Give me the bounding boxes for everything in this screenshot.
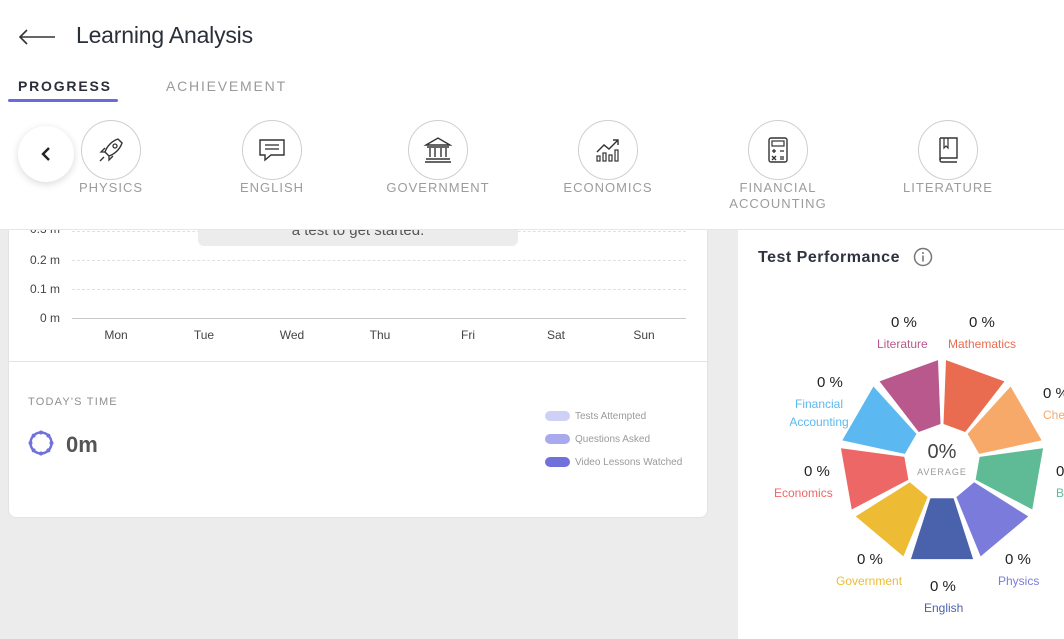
x-tick-label: Wed [279, 328, 305, 342]
timer-ring-icon [28, 430, 54, 456]
average-value: 0% [927, 441, 957, 463]
x-tick-label: Sat [546, 328, 565, 342]
subject-government[interactable]: GOVERNMENT [368, 120, 508, 196]
segment-label: Bi [1056, 486, 1064, 500]
subject-icon-circle [748, 120, 808, 180]
x-tick-label: Tue [193, 328, 215, 342]
chevron-left-icon [41, 147, 50, 161]
y-tick-label: 0.2 m [29, 253, 60, 267]
legend-swatch [545, 457, 570, 467]
subject-icon-circle [918, 120, 978, 180]
tab-achievement[interactable]: ACHIEVEMENT [166, 78, 287, 94]
y-tick-label: 0 m [39, 311, 60, 325]
segment-label: Physics [998, 574, 1040, 588]
info-icon[interactable] [913, 247, 933, 267]
todays-time-value: 0m [66, 432, 98, 457]
subject-economics[interactable]: ECONOMICS [538, 120, 678, 196]
x-tick-label: Thu [369, 328, 391, 342]
legend-label: Tests Attempted [575, 410, 647, 422]
x-tick-label: Sun [633, 328, 655, 342]
x-tick-label: Mon [104, 328, 128, 342]
segment-label: Mathematics [948, 337, 1017, 351]
average-label: AVERAGE [917, 467, 967, 477]
segment-percent: 0 [1056, 463, 1064, 480]
legend-swatch [545, 434, 570, 444]
book-icon [939, 137, 958, 163]
chat-bubble-icon [259, 139, 285, 162]
subject-icon-circle [578, 120, 638, 180]
carousel-prev-button[interactable] [18, 126, 74, 182]
segment-percent: 0 % [1005, 551, 1031, 568]
subject-label: FINANCIAL ACCOUNTING [729, 180, 827, 211]
segment-label: English [924, 601, 964, 615]
grid-line [72, 289, 686, 290]
test-performance-title: Test Performance [758, 249, 900, 266]
todays-time-label: TODAY'S TIME [28, 396, 118, 408]
legend-label: Questions Asked [575, 433, 651, 445]
trend-chart-icon [596, 139, 619, 162]
active-tab-indicator [8, 99, 118, 102]
subject-icon-circle [81, 120, 141, 180]
segment-percent: 0 % [969, 314, 995, 331]
daily-activity-card [8, 200, 708, 518]
subject-icon-circle [408, 120, 468, 180]
bank-building-icon [423, 137, 453, 163]
calculator-icon [768, 137, 788, 163]
segment-label: Government [836, 574, 903, 588]
segment-label: Literature [877, 337, 928, 351]
legend-swatch [545, 411, 570, 421]
subject-literature[interactable]: LITERATURE [878, 120, 1018, 196]
back-arrow-icon[interactable] [18, 24, 58, 50]
segment-percent: 0 % [891, 314, 917, 331]
segment-label: Economics [774, 486, 833, 500]
rocket-icon [99, 138, 123, 162]
tab-progress[interactable]: PROGRESS [18, 78, 112, 94]
segment-label-line: Financial [794, 397, 844, 411]
legend-label: Video Lessons Watched [575, 456, 683, 468]
legend-item: Tests Attempted [545, 410, 646, 422]
subject-label: ECONOMICS [563, 180, 653, 195]
page-title: Learning Analysis [76, 22, 253, 48]
segment-percent: 0 % [1043, 385, 1064, 402]
subject-label: LITERATURE [903, 180, 993, 195]
x-tick-label: Fri [461, 328, 475, 342]
subject-financial-accounting[interactable]: FINANCIAL ACCOUNTING [708, 120, 848, 212]
segment-label: Financial Accounting [782, 395, 856, 431]
subject-label: ENGLISH [239, 180, 305, 195]
card-divider [8, 361, 708, 362]
segment-percent: 0 % [804, 463, 830, 480]
segment-label-line: Accounting [789, 415, 849, 429]
grid-line [72, 260, 686, 261]
page-header: Learning Analysis PROGRESS ACHIEVEMENT P… [0, 0, 1064, 230]
y-tick-label: 0.1 m [29, 282, 60, 296]
segment-label: Che [1043, 408, 1064, 422]
segment-percent: 0 % [857, 551, 883, 568]
segment-percent: 0 % [930, 578, 956, 595]
subject-label: PHYSICS [78, 180, 144, 195]
subject-english[interactable]: ENGLISH [202, 120, 342, 196]
legend-item: Video Lessons Watched [545, 456, 682, 468]
subject-label: GOVERNMENT [386, 180, 490, 195]
x-axis-line [72, 318, 686, 319]
legend-item: Questions Asked [545, 433, 650, 445]
subject-icon-circle [242, 120, 302, 180]
segment-percent: 0 % [817, 374, 843, 391]
